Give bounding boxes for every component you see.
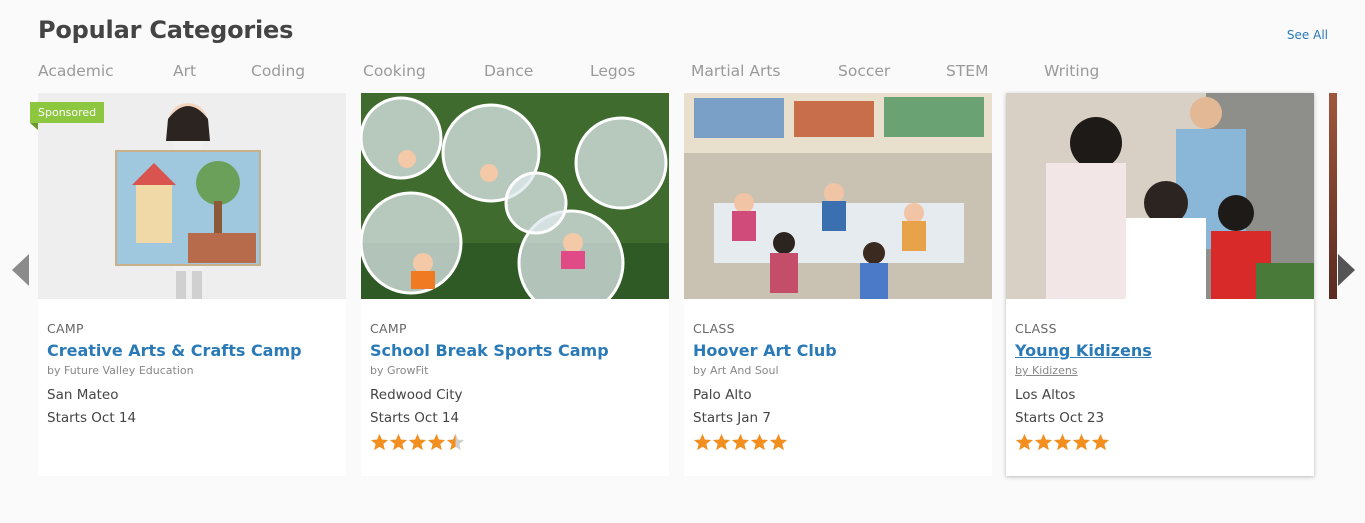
page-title: Popular Categories [38, 16, 294, 44]
sponsored-badge: Sponsored [30, 102, 105, 130]
star-icon [750, 433, 769, 451]
listing-provider[interactable]: by Art And Soul [693, 364, 983, 377]
listing-type: CLASS [1015, 321, 1057, 336]
listing-location: San Mateo [47, 387, 119, 403]
listing-image[interactable] [1006, 93, 1314, 299]
tab-art[interactable]: Art [173, 62, 196, 80]
star-icon [1015, 433, 1034, 451]
tab-cooking[interactable]: Cooking [363, 62, 426, 80]
star-icon [712, 433, 731, 451]
tab-legos[interactable]: Legos [590, 62, 635, 80]
tab-writing[interactable]: Writing [1044, 62, 1099, 80]
listing-provider[interactable]: by Kidizens [1015, 364, 1305, 377]
tab-coding[interactable]: Coding [251, 62, 305, 80]
chevron-left-icon[interactable] [12, 254, 29, 286]
star-icon [1072, 433, 1091, 451]
listing-title[interactable]: School Break Sports Camp [370, 341, 660, 360]
listing-type: CAMP [47, 321, 84, 336]
star-icon [1091, 433, 1110, 451]
star-icon [769, 433, 788, 451]
listing-card[interactable]: CAMP Creative Arts & Crafts Camp by Futu… [38, 93, 346, 476]
listing-location: Los Altos [1015, 387, 1076, 403]
star-icon [446, 433, 465, 451]
tab-stem[interactable]: STEM [946, 62, 988, 80]
star-icon [1053, 433, 1072, 451]
see-all-link[interactable]: See All [1287, 28, 1328, 42]
listing-provider[interactable]: by GrowFit [370, 364, 660, 377]
listing-image[interactable] [684, 93, 992, 299]
star-icon [427, 433, 446, 451]
listing-type: CAMP [370, 321, 407, 336]
tab-academic[interactable]: Academic [38, 62, 114, 80]
listing-image[interactable] [361, 93, 669, 299]
listing-start-date: Starts Oct 23 [1015, 410, 1105, 426]
star-icon [731, 433, 750, 451]
star-icon [389, 433, 408, 451]
listing-start-date: Starts Oct 14 [47, 410, 137, 426]
listing-card[interactable]: CLASS Hoover Art Club by Art And Soul Pa… [684, 93, 992, 476]
star-icon [1034, 433, 1053, 451]
star-icon [693, 433, 712, 451]
star-rating [370, 433, 660, 453]
next-card-peek [1329, 93, 1337, 299]
listing-type: CLASS [693, 321, 735, 336]
star-icon [370, 433, 389, 451]
star-rating [693, 433, 983, 453]
listing-title[interactable]: Hoover Art Club [693, 341, 983, 360]
listing-location: Palo Alto [693, 387, 752, 403]
listing-provider[interactable]: by Future Valley Education [47, 364, 337, 377]
tab-martial-arts[interactable]: Martial Arts [691, 62, 781, 80]
tab-soccer[interactable]: Soccer [838, 62, 890, 80]
listing-location: Redwood City [370, 387, 463, 403]
listing-card[interactable]: CLASS Young Kidizens by Kidizens Los Alt… [1006, 93, 1314, 476]
listing-start-date: Starts Jan 7 [693, 410, 771, 426]
listing-card[interactable]: CAMP School Break Sports Camp by GrowFit… [361, 93, 669, 476]
listing-image[interactable] [38, 93, 346, 299]
listing-start-date: Starts Oct 14 [370, 410, 460, 426]
tab-dance[interactable]: Dance [484, 62, 533, 80]
listing-title[interactable]: Young Kidizens [1015, 341, 1305, 360]
listing-title[interactable]: Creative Arts & Crafts Camp [47, 341, 337, 360]
star-icon [408, 433, 427, 451]
chevron-right-icon[interactable] [1338, 254, 1355, 286]
star-rating [1015, 433, 1305, 453]
